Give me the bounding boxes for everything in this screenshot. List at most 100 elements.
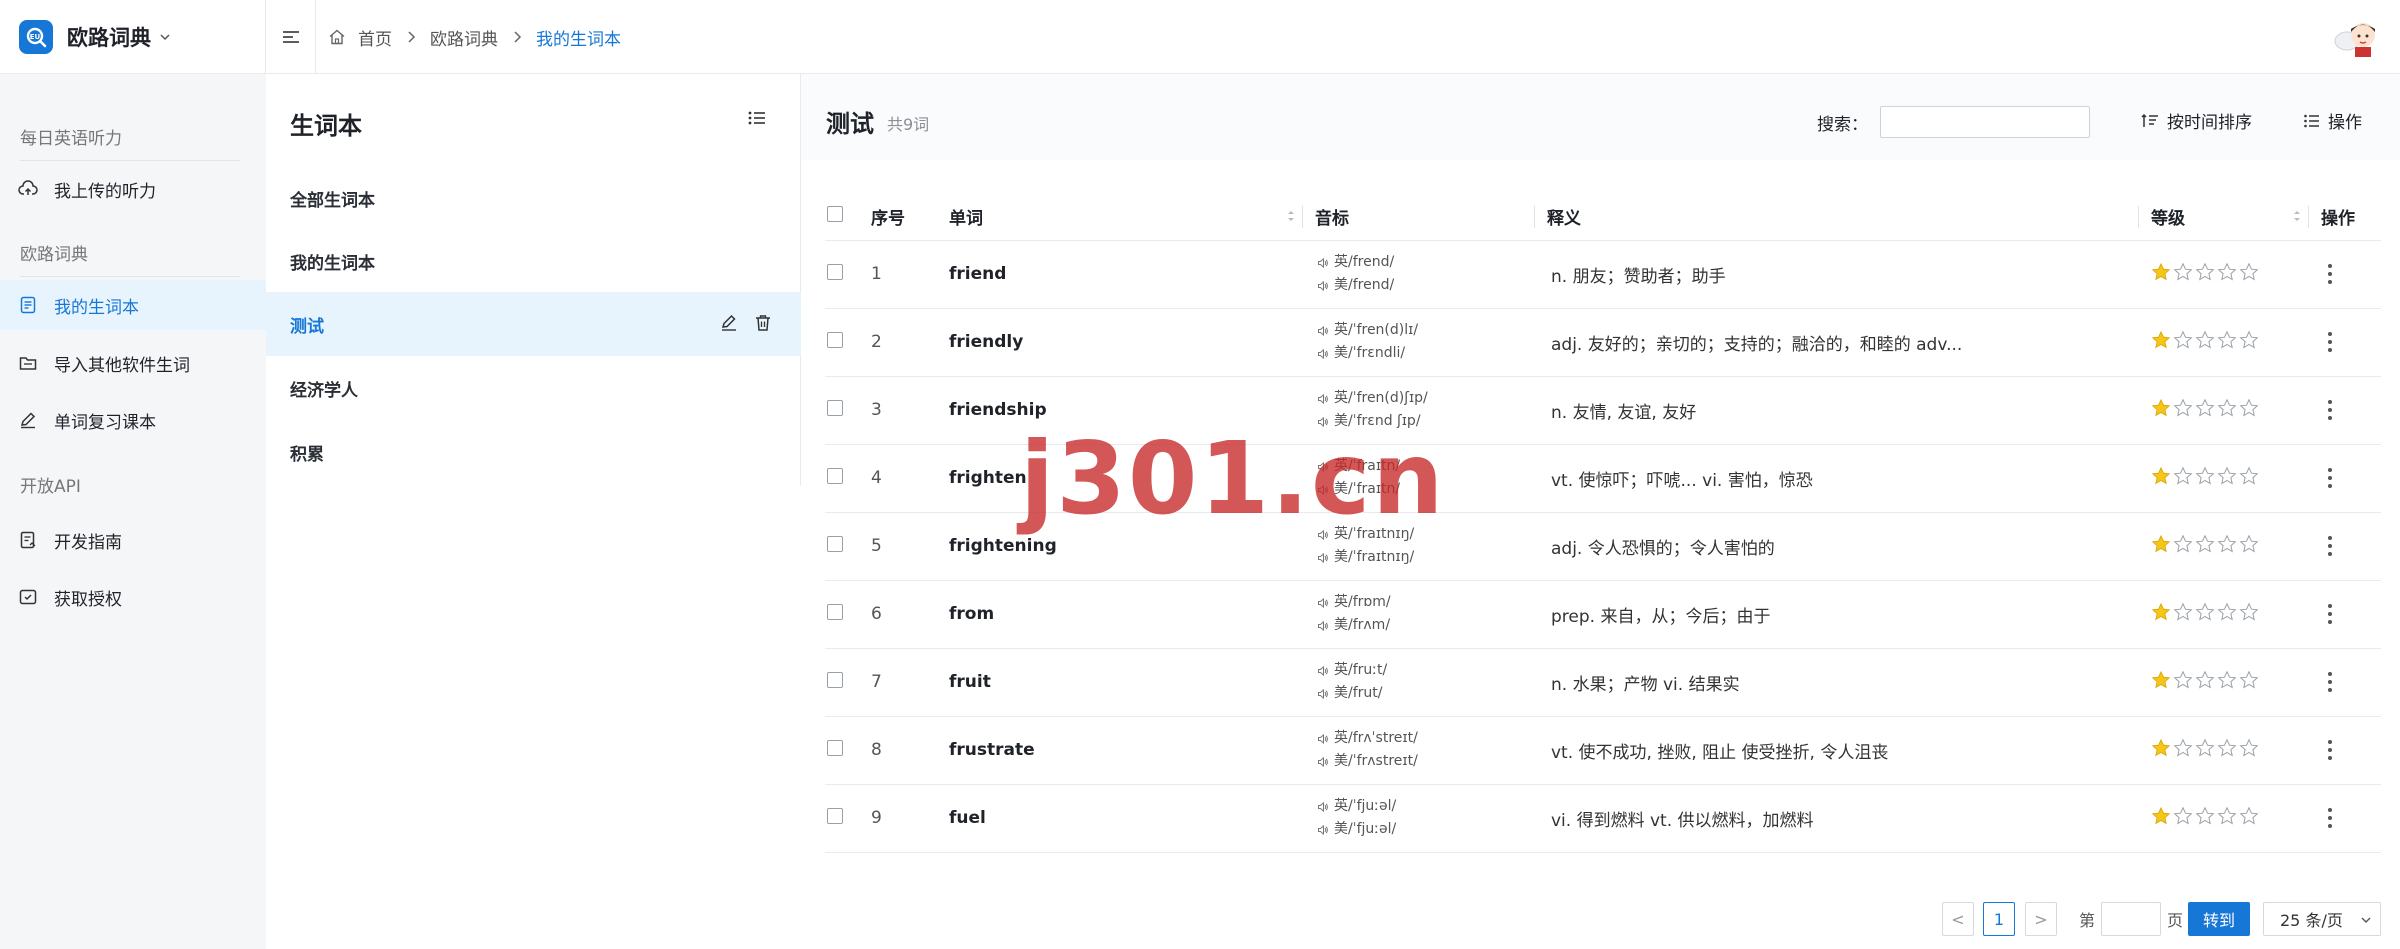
star-icon[interactable] xyxy=(2151,602,2171,627)
more-icon[interactable] xyxy=(2328,400,2381,420)
star-icon[interactable] xyxy=(2173,534,2193,559)
uk-phonetic[interactable]: 英/frend/ xyxy=(1317,251,1535,274)
uk-phonetic[interactable]: 英/ˈfren(d)lɪ/ xyxy=(1317,319,1535,342)
table-row[interactable]: 1 friend 英/frend/美/frend/n. 朋友；赞助者；助手 xyxy=(825,240,2381,309)
goto-page-input[interactable] xyxy=(2101,902,2161,936)
star-icon[interactable] xyxy=(2217,534,2237,559)
star-rating[interactable] xyxy=(2151,398,2309,423)
star-icon[interactable] xyxy=(2173,262,2193,287)
search-input[interactable] xyxy=(1880,106,2090,138)
star-icon[interactable] xyxy=(2195,806,2215,831)
star-icon[interactable] xyxy=(2217,806,2237,831)
row-checkbox[interactable] xyxy=(827,263,843,280)
star-icon[interactable] xyxy=(2217,262,2237,287)
row-word[interactable]: friend xyxy=(949,240,1303,309)
notebook-item-mine[interactable]: 我的生词本 xyxy=(266,229,801,293)
uk-phonetic[interactable]: 英/frɒm/ xyxy=(1317,591,1535,614)
star-icon[interactable] xyxy=(2173,670,2193,695)
star-icon[interactable] xyxy=(2217,466,2237,491)
breadcrumb-dict[interactable]: 欧路词典 xyxy=(430,25,498,50)
page-size-select[interactable]: 25 条/页 xyxy=(2263,902,2381,936)
star-icon[interactable] xyxy=(2239,330,2259,355)
star-rating[interactable] xyxy=(2151,466,2309,491)
star-icon[interactable] xyxy=(2151,398,2171,423)
row-checkbox[interactable] xyxy=(827,603,843,620)
star-icon[interactable] xyxy=(2239,602,2259,627)
more-icon[interactable] xyxy=(2328,604,2381,624)
sort-by-time-button[interactable]: 按时间排序 xyxy=(2141,108,2252,133)
row-word[interactable]: from xyxy=(949,580,1303,649)
sort-arrows-icon[interactable] xyxy=(2293,209,2301,223)
table-row[interactable]: 6 from 英/frɒm/美/frʌm/prep. 来自，从；今后；由于 xyxy=(825,580,2381,649)
star-icon[interactable] xyxy=(2195,262,2215,287)
sidebar-item-my-uploads[interactable]: 我上传的听力 xyxy=(0,164,266,214)
row-checkbox[interactable] xyxy=(827,467,843,484)
row-checkbox[interactable] xyxy=(827,399,843,416)
star-icon[interactable] xyxy=(2173,330,2193,355)
notebook-item-accumulate[interactable]: 积累 xyxy=(266,420,801,484)
us-phonetic[interactable]: 美/ˈfrʌstreɪt/ xyxy=(1317,750,1535,773)
breadcrumb-home[interactable]: 首页 xyxy=(358,25,392,50)
star-rating[interactable] xyxy=(2151,738,2309,763)
star-rating[interactable] xyxy=(2151,330,2309,355)
sidebar-item-my-notebook[interactable]: 我的生词本 xyxy=(0,280,266,330)
star-rating[interactable] xyxy=(2151,602,2309,627)
uk-phonetic[interactable]: 英/fruːt/ xyxy=(1317,659,1535,682)
row-checkbox[interactable] xyxy=(827,331,843,348)
star-icon[interactable] xyxy=(2151,534,2171,559)
star-icon[interactable] xyxy=(2151,738,2171,763)
delete-icon[interactable] xyxy=(753,313,773,338)
star-icon[interactable] xyxy=(2217,670,2237,695)
star-icon[interactable] xyxy=(2195,738,2215,763)
row-word[interactable]: fuel xyxy=(949,784,1303,853)
more-icon[interactable] xyxy=(2328,672,2381,692)
row-word[interactable]: fruit xyxy=(949,648,1303,717)
us-phonetic[interactable]: 美/frut/ xyxy=(1317,682,1535,705)
sort-arrows-icon[interactable] xyxy=(1287,209,1295,223)
star-icon[interactable] xyxy=(2173,806,2193,831)
star-icon[interactable] xyxy=(2173,398,2193,423)
star-rating[interactable] xyxy=(2151,806,2309,831)
star-icon[interactable] xyxy=(2239,806,2259,831)
star-rating[interactable] xyxy=(2151,670,2309,695)
sidebar-item-auth[interactable]: 获取授权 xyxy=(0,572,266,622)
star-icon[interactable] xyxy=(2173,738,2193,763)
select-all-checkbox[interactable] xyxy=(827,206,843,223)
row-checkbox[interactable] xyxy=(827,807,843,824)
more-icon[interactable] xyxy=(2328,332,2381,352)
table-row[interactable]: 7 fruit 英/fruːt/美/frut/n. 水果；产物 vi. 结果实 xyxy=(825,648,2381,717)
star-icon[interactable] xyxy=(2217,602,2237,627)
notebook-item-test[interactable]: 测试 xyxy=(266,292,801,356)
star-icon[interactable] xyxy=(2217,398,2237,423)
star-icon[interactable] xyxy=(2195,670,2215,695)
star-icon[interactable] xyxy=(2195,330,2215,355)
sidebar-item-dev-guide[interactable]: 开发指南 xyxy=(0,515,266,565)
goto-page-button[interactable]: 转到 xyxy=(2188,902,2250,936)
star-icon[interactable] xyxy=(2239,534,2259,559)
star-rating[interactable] xyxy=(2151,534,2309,559)
row-word[interactable]: friendly xyxy=(949,308,1303,377)
next-page-button[interactable]: > xyxy=(2025,902,2057,936)
notebook-item-all[interactable]: 全部生词本 xyxy=(266,166,801,230)
star-icon[interactable] xyxy=(2173,466,2193,491)
us-phonetic[interactable]: 美/ˈfraɪtnɪŋ/ xyxy=(1317,546,1535,569)
star-icon[interactable] xyxy=(2239,466,2259,491)
more-icon[interactable] xyxy=(2328,740,2381,760)
star-icon[interactable] xyxy=(2195,398,2215,423)
table-row[interactable]: 2 friendly 英/ˈfren(d)lɪ/美/ˈfrɛndli/adj. 友好… xyxy=(825,308,2381,377)
star-icon[interactable] xyxy=(2173,602,2193,627)
row-checkbox[interactable] xyxy=(827,671,843,688)
edit-icon[interactable] xyxy=(719,313,739,338)
operations-button[interactable]: 操作 xyxy=(2304,108,2362,133)
star-icon[interactable] xyxy=(2195,534,2215,559)
star-icon[interactable] xyxy=(2195,602,2215,627)
star-icon[interactable] xyxy=(2151,330,2171,355)
more-icon[interactable] xyxy=(2328,264,2381,284)
row-word[interactable]: frustrate xyxy=(949,716,1303,785)
col-level[interactable]: 等级 xyxy=(2139,194,2309,241)
sidebar-item-import[interactable]: 导入其他软件生词 xyxy=(0,338,266,388)
notebook-item-economist[interactable]: 经济学人 xyxy=(266,356,801,420)
list-icon[interactable] xyxy=(748,110,766,130)
star-icon[interactable] xyxy=(2239,670,2259,695)
page-1-button[interactable]: 1 xyxy=(1983,902,2015,936)
